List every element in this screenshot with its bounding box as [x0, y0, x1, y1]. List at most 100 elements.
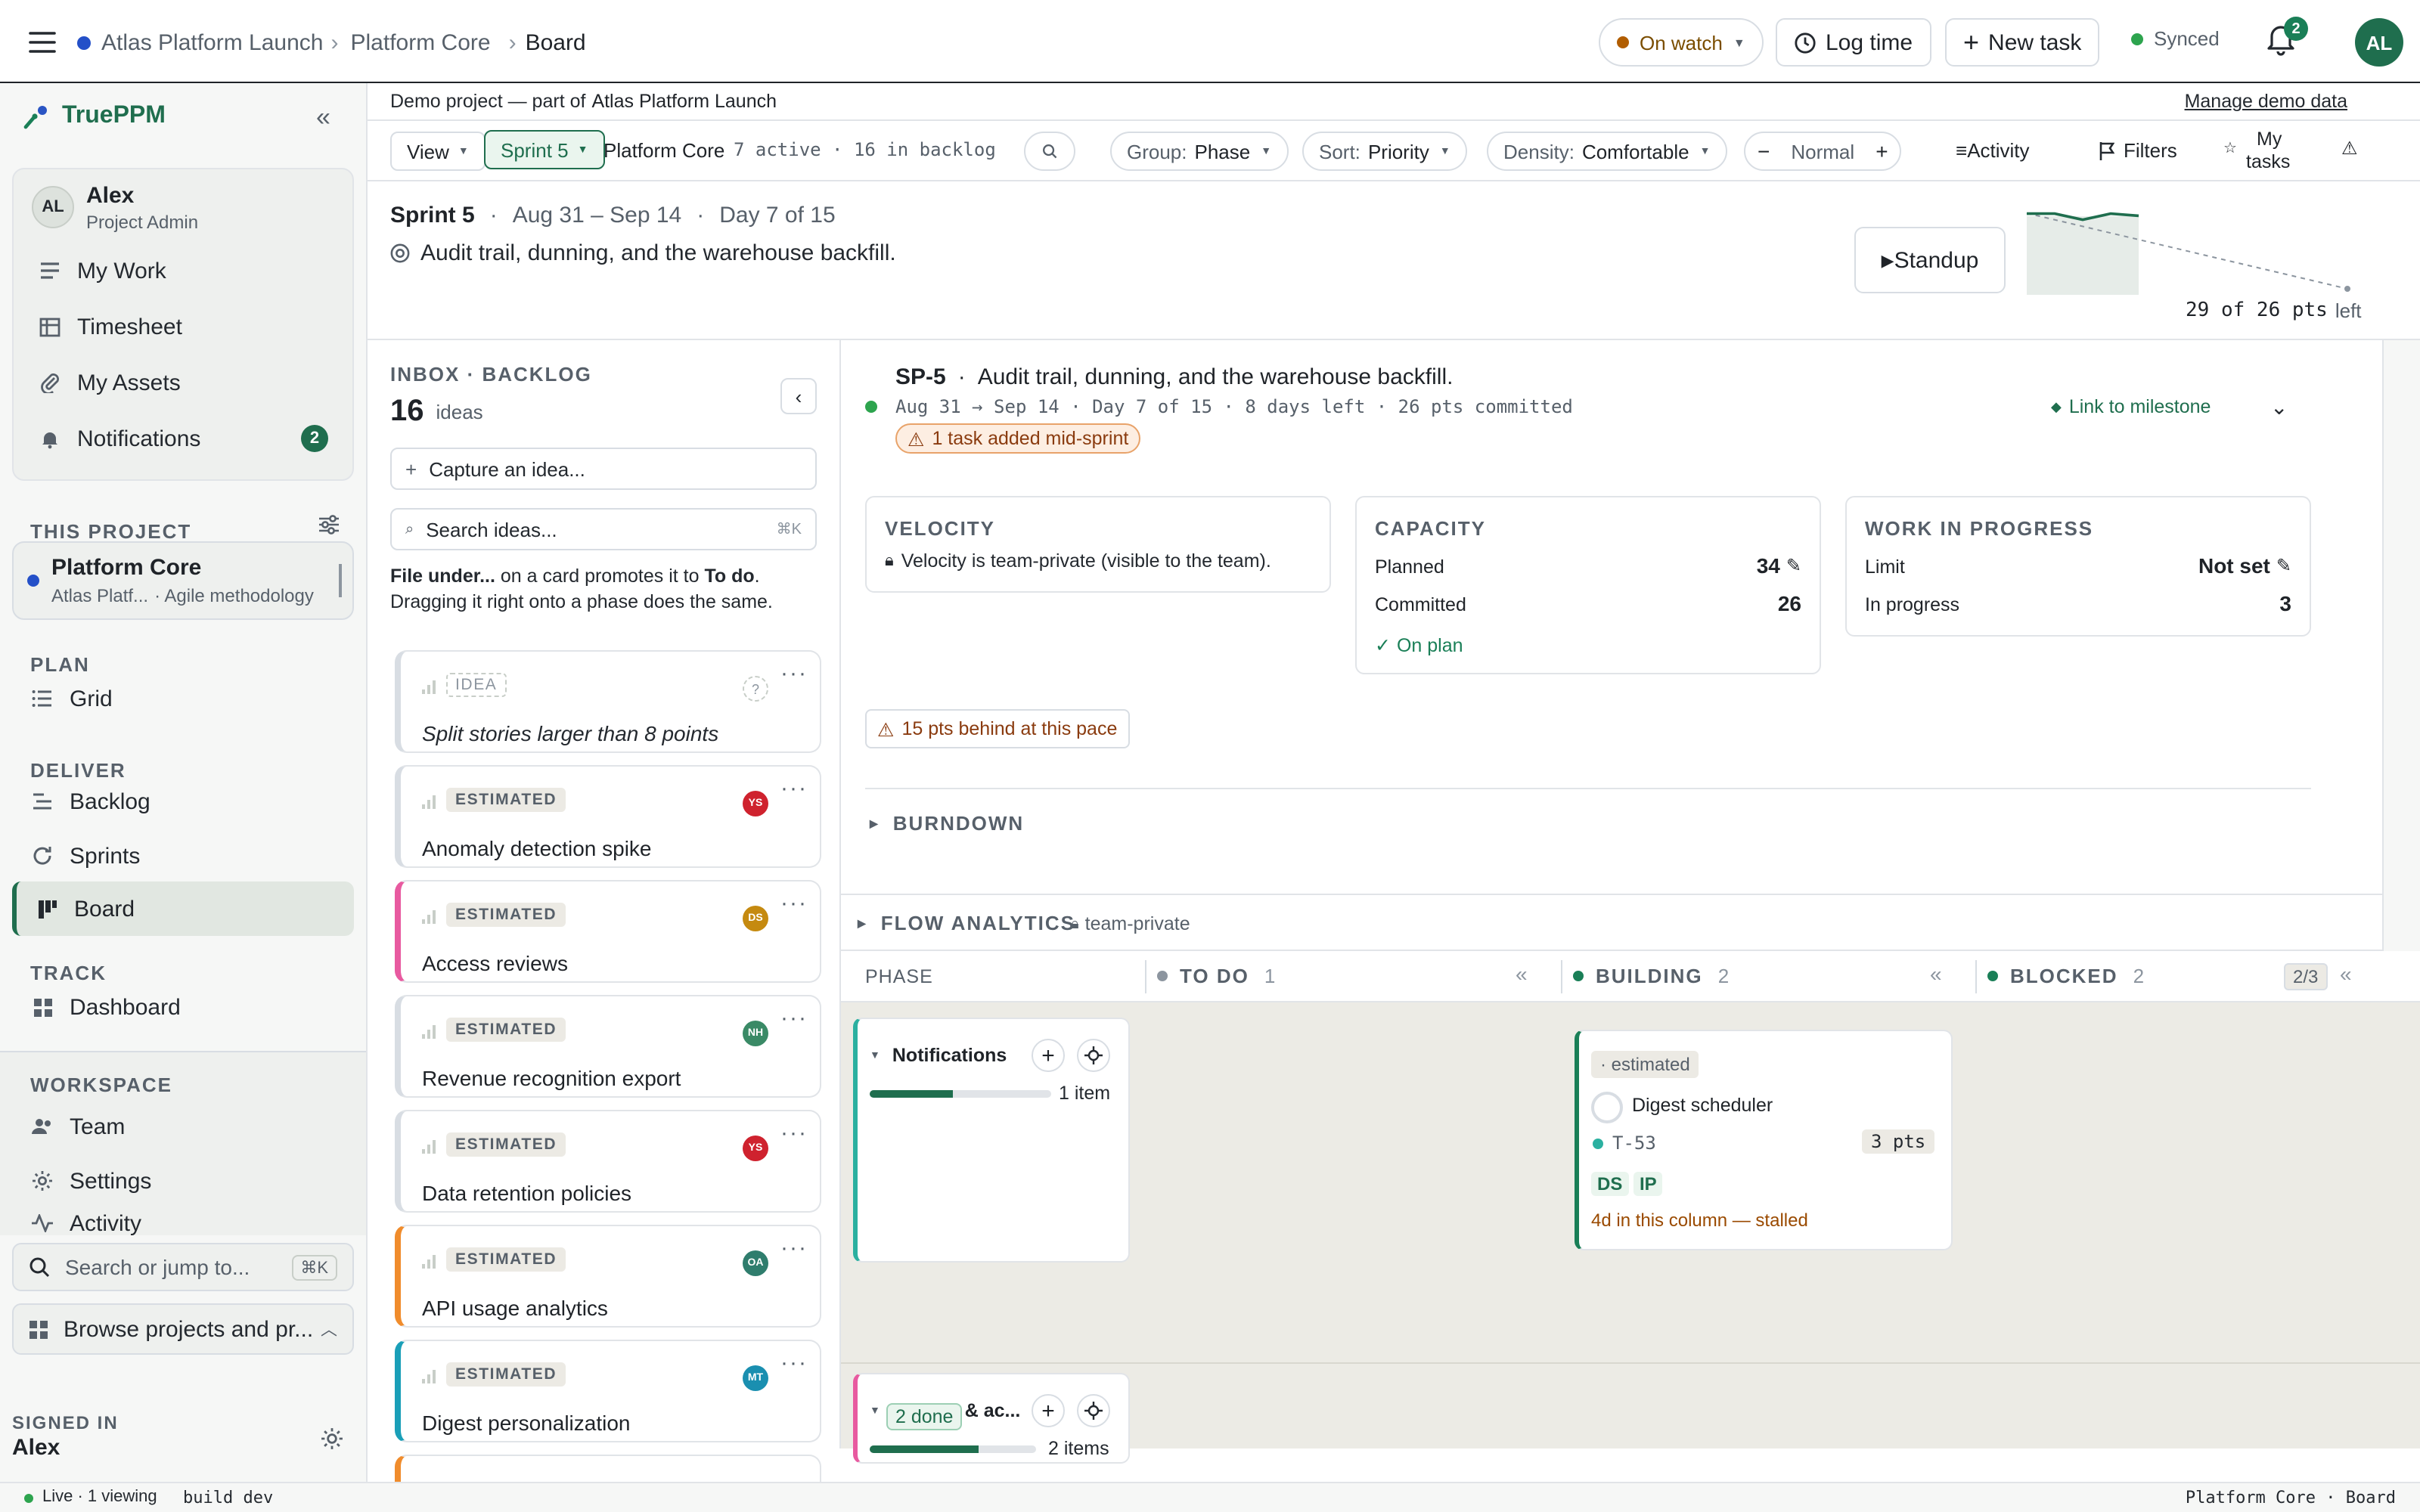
planned-value[interactable]: 34 ✎: [1757, 553, 1801, 578]
collapse-column-icon[interactable]: «: [1930, 962, 1942, 986]
sprint-dropdown[interactable]: Sprint 5 ▼: [484, 130, 605, 169]
task-complete-checkbox[interactable]: [1591, 1092, 1623, 1123]
nav-activity[interactable]: Activity: [12, 1198, 354, 1235]
demo-banner-prefix: Demo project — part of: [390, 91, 586, 112]
more-options-icon[interactable]: ···: [780, 891, 808, 916]
chevron-down-icon[interactable]: ⌄: [2270, 395, 2288, 420]
more-options-icon[interactable]: ···: [780, 661, 808, 686]
collapse-column-icon[interactable]: «: [1516, 962, 1528, 986]
wip-heading: WORK IN PROGRESS: [1865, 517, 2094, 540]
chevron-up-icon: ︿: [321, 1321, 337, 1340]
more-options-icon[interactable]: ···: [780, 1235, 808, 1261]
view-dropdown[interactable]: View ▼: [390, 132, 486, 171]
signed-in-user: Alex: [12, 1435, 60, 1461]
column-header-blocked[interactable]: BLOCKED 2: [1987, 965, 2145, 987]
swimlane-header: ▼ Notifications: [870, 1045, 1007, 1066]
user-avatar[interactable]: AL: [2355, 18, 2403, 67]
my-tasks-toggle[interactable]: ☆ My tasks: [2223, 127, 2299, 175]
standup-button[interactable]: ▶ Standup: [1854, 227, 2006, 293]
nav-team[interactable]: Team: [12, 1101, 354, 1152]
column-header-todo[interactable]: TO DO 1: [1157, 965, 1277, 987]
manage-demo-data-link[interactable]: Manage demo data: [2185, 91, 2347, 112]
wip-limit-value[interactable]: Not set ✎: [2198, 553, 2291, 578]
more-options-icon[interactable]: ···: [780, 1120, 808, 1146]
column-header-building[interactable]: BUILDING 2: [1573, 965, 1730, 987]
nav-my-work[interactable]: My Work: [20, 245, 346, 296]
refresh-icon: [30, 844, 54, 868]
search-ideas-input[interactable]: ⌕ Search ideas... ⌘K: [390, 508, 817, 550]
priority-bars-icon: [422, 1140, 436, 1154]
sort-dropdown[interactable]: Sort: Priority ▼: [1302, 132, 1467, 171]
nav-my-assets[interactable]: My Assets: [20, 357, 346, 408]
inbox-card[interactable]: ESTIMATED DS ··· Access reviews: [395, 880, 821, 983]
theme-toggle-icon[interactable]: [321, 1427, 343, 1450]
team-icon: [30, 1114, 54, 1139]
alert-icon[interactable]: ⚠: [2341, 138, 2358, 159]
inbox-card[interactable]: ESTIMATED MT ··· Digest personalization: [395, 1340, 821, 1442]
project-parent: Atlas Platf...: [51, 585, 149, 606]
nav-dashboard[interactable]: Dashboard: [12, 981, 354, 1033]
breadcrumb-program[interactable]: Atlas Platform Launch: [101, 29, 324, 55]
inbox-card[interactable]: ESTIMATED NH ··· Revenue recognition exp…: [395, 995, 821, 1098]
nav-grid[interactable]: Grid: [12, 673, 354, 724]
nav-notifications[interactable]: Notifications 2: [20, 413, 346, 464]
inbox-card[interactable]: ESTIMATED YS ··· Anomaly detection spike: [395, 765, 821, 868]
capacity-card: CAPACITY Planned 34 ✎ Committed 26 ✓ On …: [1355, 496, 1821, 674]
zoom-out-button[interactable]: −: [1758, 139, 1770, 163]
activity-toggle[interactable]: ≡ Activity: [1956, 139, 2030, 162]
new-task-button[interactable]: + New task: [1945, 18, 2100, 67]
more-options-icon[interactable]: ···: [780, 1350, 808, 1376]
notifications-button[interactable]: 2: [2266, 17, 2308, 59]
brand[interactable]: TruePPM: [21, 101, 166, 132]
project-switcher[interactable]: Platform Core Atlas Platf... · Agile met…: [12, 541, 354, 620]
browse-projects-button[interactable]: Browse projects and pr... ︿: [12, 1303, 354, 1355]
workspace-panel: WORKSPACE Team Settings Activity: [0, 1051, 366, 1235]
zoom-in-button[interactable]: +: [1876, 139, 1888, 163]
more-options-icon[interactable]: ···: [780, 1005, 808, 1031]
add-task-button[interactable]: +: [1032, 1394, 1065, 1427]
watch-toggle[interactable]: On watch ▼: [1599, 18, 1764, 67]
capture-idea-input[interactable]: + Capture an idea...: [390, 448, 817, 490]
group-dropdown[interactable]: Group: Phase ▼: [1110, 132, 1289, 171]
inbox-card[interactable]: IDEA ? ··· Split stories larger than 8 p…: [395, 650, 821, 753]
inbox-card[interactable]: ESTIMATED YS ··· Data retention policies: [395, 1110, 821, 1213]
chevron-down-icon: ▼: [1439, 146, 1450, 156]
inbox-card-partial[interactable]: [395, 1455, 821, 1485]
breadcrumb-project[interactable]: Platform Core: [351, 29, 491, 55]
link-milestone-button[interactable]: ◆ Link to milestone: [2051, 396, 2211, 417]
velocity-heading: VELOCITY: [885, 517, 996, 540]
group-label: Group:: [1127, 140, 1187, 163]
log-time-button[interactable]: Log time: [1776, 18, 1931, 67]
collapse-column-icon[interactable]: «: [2340, 962, 2352, 986]
swimlane-notifications[interactable]: ▼ Notifications + 1 item: [853, 1018, 1130, 1263]
nav-timesheet[interactable]: Timesheet: [20, 301, 346, 352]
collapse-sidebar-icon[interactable]: «: [316, 103, 330, 133]
board-body: ▼ Notifications + 1 item ▼ Identity & ac…: [841, 1002, 2420, 1464]
more-options-icon[interactable]: ···: [780, 776, 808, 801]
collapse-inbox-button[interactable]: ‹: [780, 378, 817, 414]
filters-button[interactable]: Filters: [2099, 139, 2177, 162]
task-points: 3 pts: [1862, 1129, 1935, 1154]
hamburger-menu-icon[interactable]: [27, 27, 57, 57]
nav-board-active[interactable]: Board: [12, 881, 354, 936]
global-search[interactable]: Search or jump to... ⌘K: [12, 1243, 354, 1291]
density-dropdown[interactable]: Density: Comfortable ▼: [1487, 132, 1727, 171]
scrollbar-track[interactable]: [2382, 340, 2420, 980]
scrollbar-thumb[interactable]: [339, 564, 342, 597]
add-task-button[interactable]: +: [1032, 1039, 1065, 1072]
paperclip-icon: [38, 370, 62, 395]
inbox-card[interactable]: ESTIMATED OA ··· API usage analytics: [395, 1225, 821, 1328]
sliders-icon[interactable]: [318, 514, 340, 535]
nav-backlog[interactable]: Backlog: [12, 776, 354, 827]
focus-lane-button[interactable]: [1077, 1039, 1110, 1072]
flow-analytics-toggle[interactable]: ▶ FLOW ANALYTICS: [858, 912, 1075, 934]
quick-search-button[interactable]: [1024, 132, 1075, 171]
burndown-label: BURNDOWN: [892, 812, 1025, 835]
signed-in-label: SIGNED IN: [12, 1412, 119, 1433]
burndown-toggle[interactable]: ▶ BURNDOWN: [870, 812, 1024, 835]
board-icon: [35, 897, 59, 921]
nav-sprints[interactable]: Sprints: [12, 830, 354, 881]
task-card[interactable]: · estimated Digest scheduler T-53 3 pts …: [1575, 1030, 1953, 1250]
hint-drag: Dragging it right onto a phase does the …: [390, 591, 773, 612]
focus-lane-button[interactable]: [1077, 1394, 1110, 1427]
